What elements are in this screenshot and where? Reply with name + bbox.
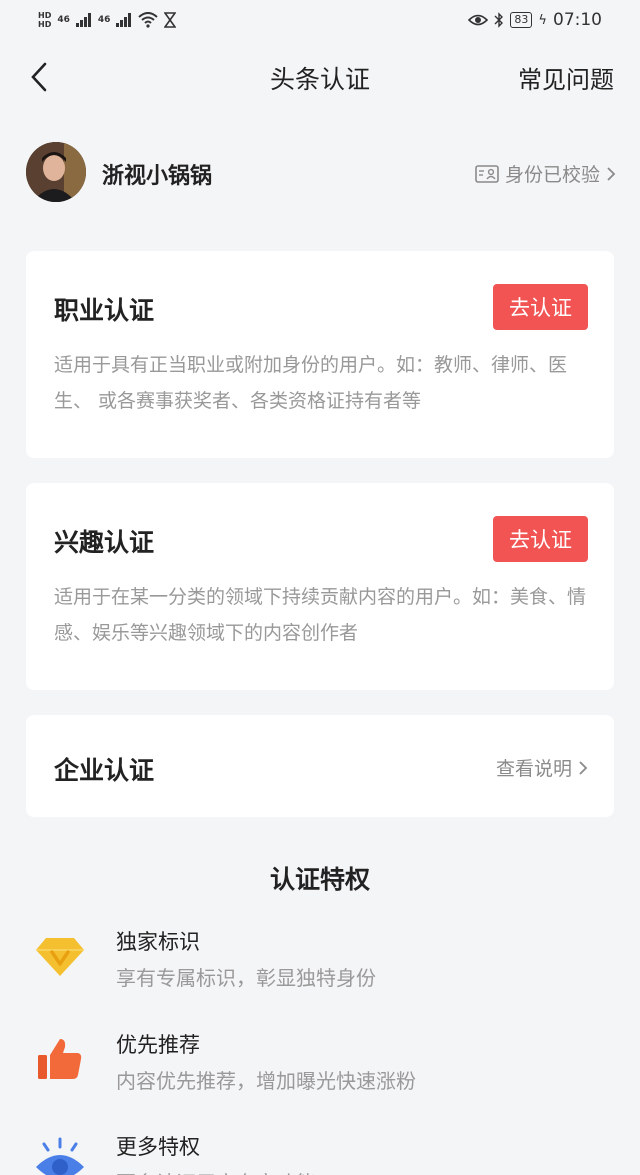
diamond-v-icon: [34, 930, 86, 982]
identity-verified-link[interactable]: 身份已校验: [475, 160, 616, 187]
view-explanation-label: 查看说明: [495, 758, 572, 780]
perk-title: 独家标识: [116, 930, 200, 954]
status-bar: HD HD 46 46 83 ϟ 07:10: [0, 0, 640, 40]
username: 浙视小锅锅: [102, 164, 213, 189]
card-description: 适用于具有正当职业或附加身份的用户。如：教师、律师、医生、 或各赛事获奖者、各类…: [54, 354, 568, 412]
id-card-icon: [475, 164, 499, 183]
faq-link[interactable]: 常见问题: [518, 60, 614, 95]
eye-comfort-icon: [468, 14, 489, 26]
perk-item: 独家标识 享有专属标识，彰显独特身份: [0, 926, 640, 1016]
hourglass-icon: [164, 12, 177, 28]
interest-cert-button[interactable]: 去认证: [493, 516, 588, 562]
enterprise-cert-card[interactable]: 企业认证 查看说明: [26, 715, 614, 817]
perk-description: 享有专属标识，彰显独特身份: [116, 966, 376, 990]
network-type-label: 46: [57, 15, 70, 25]
perks-title: 认证特权: [269, 865, 370, 894]
card-title: 职业认证: [54, 296, 155, 325]
interest-cert-card: 兴趣认证 去认证 适用于在某一分类的领域下持续贡献内容的用户。如：美食、情感、娱…: [26, 483, 614, 690]
status-right: 83 ϟ 07:10: [468, 10, 602, 30]
hd-badge: HD: [38, 20, 52, 29]
eye-icon: [34, 1137, 86, 1175]
hd-badge: HD: [38, 11, 52, 20]
avatar[interactable]: [26, 142, 86, 202]
nav-header: 头条认证 常见问题: [0, 48, 640, 106]
career-cert-button[interactable]: 去认证: [493, 284, 588, 330]
perk-title: 更多特权: [116, 1135, 200, 1159]
perk-item: 更多特权 更多认证用户专享功能: [0, 1131, 640, 1175]
career-cert-card: 职业认证 去认证 适用于具有正当职业或附加身份的用户。如：教师、律师、医生、 或…: [26, 251, 614, 458]
status-left: HD HD 46 46: [38, 11, 177, 29]
network-type-label: 46: [97, 15, 111, 25]
avatar-image: [26, 142, 86, 202]
profile-row: 浙视小锅锅 身份已校验: [26, 142, 616, 204]
card-description: 适用于在某一分类的领域下持续贡献内容的用户。如：美食、情感、娱乐等兴趣领域下的内…: [54, 586, 587, 644]
view-explanation-link[interactable]: 查看说明: [496, 754, 588, 781]
perk-description: 内容优先推荐，增加曝光快速涨粉: [116, 1069, 416, 1093]
signal-icon: [75, 13, 91, 27]
chevron-right-icon: [607, 166, 616, 181]
chevron-right-icon: [579, 760, 588, 775]
card-title: 企业认证: [54, 756, 155, 785]
card-title: 兴趣认证: [54, 528, 155, 557]
charging-icon: ϟ: [538, 12, 547, 28]
bluetooth-icon: [494, 12, 504, 28]
perk-title: 优先推荐: [116, 1033, 200, 1057]
battery-indicator: 83: [510, 12, 533, 28]
perk-description: 更多认证用户专享功能: [116, 1167, 316, 1175]
hd-indicators: HD HD: [38, 11, 51, 29]
verify-status-label: 身份已校验: [504, 164, 600, 186]
perk-item: 优先推荐 内容优先推荐，增加曝光快速涨粉: [0, 1029, 640, 1119]
signal-icon: [116, 13, 132, 27]
clock: 07:10: [553, 10, 602, 30]
thumbs-up-icon: [34, 1035, 86, 1087]
wifi-icon: [138, 12, 159, 28]
